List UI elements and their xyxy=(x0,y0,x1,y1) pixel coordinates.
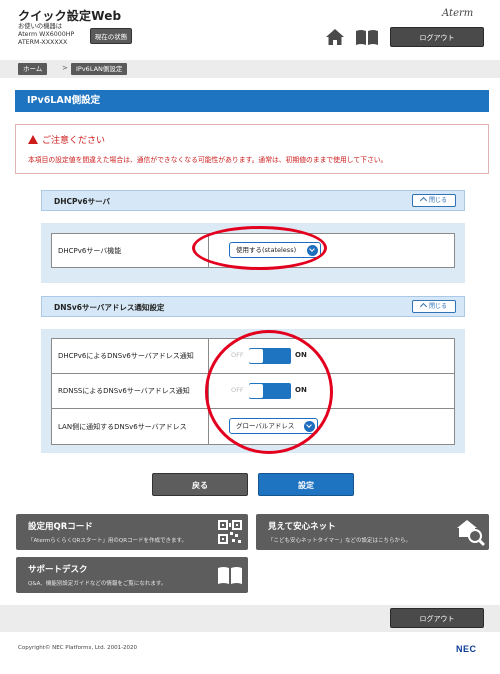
dhcpv6-section-title: DHCPv6サーバ xyxy=(54,197,111,206)
lan-dns-address-label: LAN側に通知するDNSv6サーバアドレス xyxy=(52,409,209,444)
device-id: ATERM-XXXXXX xyxy=(18,39,68,46)
current-status-button[interactable]: 現在の状態 xyxy=(90,28,132,44)
warning-icon xyxy=(28,135,38,144)
support-desk-tile[interactable]: サポートデスク Q&A、機能別設定ガイドなどの情報をご覧になれます。 xyxy=(16,557,248,593)
dnsv6-section-title: DNSv6サーバアドレス通知設定 xyxy=(54,303,165,312)
header: クイック設定Web お使いの機器は Aterm WX6000HP ATERM-X… xyxy=(0,0,500,60)
manual-book-icon[interactable] xyxy=(355,29,379,46)
qr-tile-title: 設定用QRコード xyxy=(28,522,93,532)
device-label: お使いの機器は xyxy=(18,23,63,30)
device-info: お使いの機器は Aterm WX6000HP ATERM-XXXXXX xyxy=(18,23,74,47)
breadcrumb: ホーム > IPv6LAN側設定 xyxy=(0,60,500,78)
rdnss-dns-notify-label: RDNSSによるDNSv6サーバアドレス通知 xyxy=(52,374,209,408)
support-tile-desc: Q&A、機能別設定ガイドなどの情報をご覧になれます。 xyxy=(28,581,167,587)
highlight-ellipse xyxy=(192,226,327,270)
copyright: Copyright© NEC Platforms, Ltd. 2001-2020 xyxy=(18,645,138,651)
breadcrumb-separator: > xyxy=(62,64,68,72)
safe-net-tile-desc: 「こども安心ネットタイマー」などの設定はこちらから。 xyxy=(268,538,412,544)
dhcpv6-close-button[interactable]: 閉じる xyxy=(412,194,456,207)
close-label: 閉じる xyxy=(428,197,447,204)
dhcpv6-section-header: DHCPv6サーバ 閉じる xyxy=(41,190,465,211)
page-title: IPv6LAN側設定 xyxy=(15,90,489,112)
qr-tile-desc: 「AtermらくらくQRスタート」用のQRコードを作成できます。 xyxy=(28,538,187,544)
house-magnifier-icon xyxy=(457,520,486,547)
breadcrumb-current: IPv6LAN側設定 xyxy=(71,63,128,75)
notice-title: ご注意ください xyxy=(28,133,105,146)
dnsv6-close-button[interactable]: 閉じる xyxy=(412,300,456,313)
notice-title-text: ご注意ください xyxy=(42,136,106,146)
breadcrumb-home[interactable]: ホーム xyxy=(18,63,48,75)
safe-net-tile-title: 見えて安心ネット xyxy=(268,522,336,532)
dhcpv6-dns-notify-label: DHCPv6によるDNSv6サーバアドレス通知 xyxy=(52,339,209,373)
aterm-logo: Aterm xyxy=(442,8,474,19)
support-tile-title: サポートデスク xyxy=(28,565,88,575)
notice-text: 本項目の設定値を間違えた場合は、通信ができなくなる可能性があります。通常は、初期… xyxy=(28,156,388,164)
qr-code-icon xyxy=(218,520,242,544)
nec-logo: NEC xyxy=(456,644,477,654)
close-label: 閉じる xyxy=(428,303,447,310)
back-button[interactable]: 戻る xyxy=(152,473,248,496)
dhcpv6-server-function-label: DHCPv6サーバ機能 xyxy=(52,234,209,267)
safe-net-tile[interactable]: 見えて安心ネット 「こども安心ネットタイマー」などの設定はこちらから。 xyxy=(256,514,489,550)
qr-code-tile[interactable]: 設定用QRコード 「AtermらくらくQRスタート」用のQRコードを作成できます… xyxy=(16,514,248,550)
logout-button-top[interactable]: ログアウト xyxy=(390,27,484,47)
home-icon[interactable] xyxy=(325,28,345,46)
site-title: クイック設定Web xyxy=(18,9,122,23)
submit-button[interactable]: 設定 xyxy=(258,473,354,496)
chevron-up-icon xyxy=(419,302,428,311)
book-icon xyxy=(218,567,242,584)
warning-notice: ご注意ください 本項目の設定値を間違えた場合は、通信ができなくなる可能性がありま… xyxy=(15,124,489,174)
highlight-ellipse xyxy=(205,330,333,454)
device-model: Aterm WX6000HP xyxy=(18,31,75,38)
logout-button-bottom[interactable]: ログアウト xyxy=(390,608,484,628)
dnsv6-section-header: DNSv6サーバアドレス通知設定 閉じる xyxy=(41,296,465,317)
chevron-up-icon xyxy=(419,196,428,205)
